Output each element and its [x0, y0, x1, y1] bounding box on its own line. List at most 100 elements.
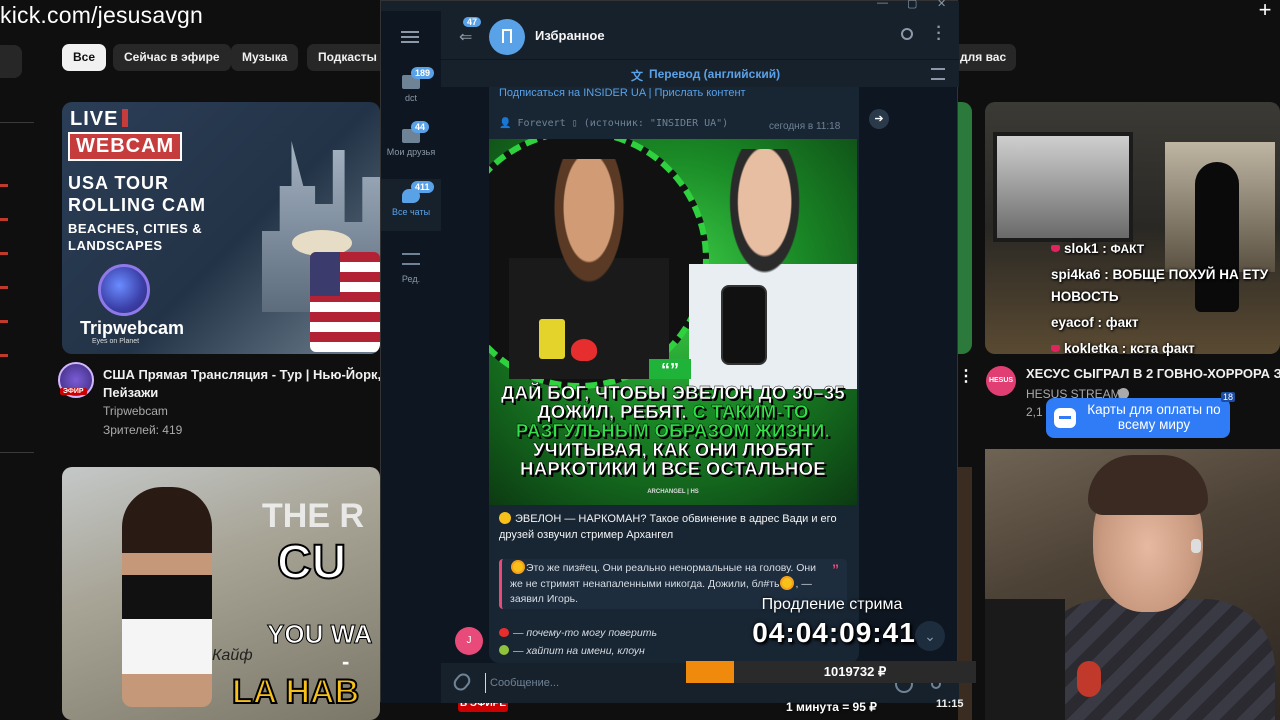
message-time: сегодня в 11:18	[769, 121, 841, 132]
folder-friends[interactable]: 44 Мои друзья	[381, 119, 441, 171]
thumb-text: CU	[276, 535, 347, 590]
stream-url-overlay: kick.com/jesusavgn	[0, 2, 204, 28]
reaction-line: — почему-то могу поверить	[499, 627, 657, 639]
previous-message-link[interactable]: Подписаться на INSIDER UA | Прислать кон…	[499, 87, 746, 99]
heart-emoji-icon	[499, 628, 509, 637]
forwarded-from[interactable]: 👤 Forevert ▯ (источник: "INSIDER UA")	[499, 118, 728, 129]
cup-graphic	[539, 319, 565, 359]
streamer-body	[1035, 599, 1275, 720]
sidebar-divider	[0, 452, 34, 453]
card-icon	[1054, 408, 1076, 428]
close-icon[interactable]: ✕	[937, 0, 946, 10]
thumb-tour-text: USA TOUR ROLLING CAM	[68, 173, 206, 215]
minimize-icon[interactable]: —	[877, 0, 888, 9]
more-options-icon[interactable]: ⋮	[958, 366, 974, 385]
folder-dct[interactable]: 189 dct	[381, 65, 441, 117]
share-icon[interactable]: ➔	[869, 109, 889, 129]
sidebar-live-indicator[interactable]	[0, 286, 8, 289]
unread-badge: 189	[411, 67, 435, 79]
globe-icon	[98, 264, 150, 316]
video-thumbnail-partial[interactable]	[958, 102, 972, 354]
heart-graphic	[571, 339, 597, 361]
folder-label: Мои друзья	[386, 147, 436, 157]
thumb-text: LA HAB	[231, 672, 360, 712]
quote-mark-icon: ”	[832, 561, 839, 577]
folder-all-chats[interactable]: 411 Все чаты	[381, 179, 441, 231]
chat-message: slok1 : ФАКТ	[1051, 240, 1144, 258]
promo-banner[interactable]: Карты для оплаты по всему миру 18	[1046, 392, 1236, 438]
chat-message: eyacof : факт	[1051, 315, 1139, 330]
thumb-places-text: BEACHES, CITIES & LANDSCAPES	[68, 221, 203, 253]
thumb-text: YOU WA	[266, 619, 373, 650]
translate-settings-icon[interactable]	[931, 68, 945, 80]
message-bubble: Подписаться на INSIDER UA | Прислать кон…	[489, 87, 859, 663]
microphone-arm	[985, 599, 1065, 720]
maximize-icon[interactable]: ▢	[907, 0, 917, 10]
thumb-script-text: Кайф	[212, 647, 253, 664]
streamer-hair	[1088, 455, 1208, 515]
phone-graphic	[721, 285, 767, 365]
menu-icon[interactable]	[401, 31, 419, 43]
reaction-line: — хайпит на имени, клоун	[499, 645, 645, 657]
sidebar-divider	[0, 122, 34, 123]
video-thumbnail-havana[interactable]: THE R CU YOU WA Кайф - LA HAB	[62, 467, 380, 720]
thumb-tagline: Eyes on Planet	[92, 338, 140, 345]
folder-label: Все чаты	[391, 207, 431, 217]
chip-live[interactable]: Сейчас в эфире	[113, 44, 231, 71]
sliders-icon[interactable]	[402, 253, 420, 265]
edit-folders-label[interactable]: Ред.	[381, 274, 441, 284]
paperclip-icon[interactable]	[450, 670, 474, 694]
video-thumbnail-tripwebcam[interactable]: LIVE WEBCAM USA TOUR ROLLING CAM BEACHES…	[62, 102, 380, 354]
create-button[interactable]: +	[1250, 0, 1280, 22]
streamer-webcam	[985, 449, 1280, 720]
chip-for-you[interactable]: для вас	[950, 44, 1017, 71]
microphone-graphic	[1077, 661, 1101, 697]
sick-emoji-icon	[499, 645, 509, 655]
translate-label[interactable]: Перевод (английский)	[649, 67, 780, 81]
thumb-live-text: LIVE	[70, 108, 129, 131]
video-title[interactable]: США Прямая Трансляция - Тур | Нью-Йорк, …	[103, 366, 383, 402]
age-badge: 18	[1221, 392, 1236, 402]
channel-name[interactable]: Tripwebcam	[103, 404, 168, 418]
channel-avatar[interactable]: HESUS	[986, 366, 1016, 396]
sidebar-live-indicator[interactable]	[0, 320, 8, 323]
translate-bar[interactable]: 文 Перевод (английский)	[441, 59, 959, 87]
timer-label: Продление стрима	[761, 596, 903, 613]
ghost-graphic	[1195, 162, 1239, 312]
smile-emoji-icon	[499, 512, 511, 524]
more-options-icon[interactable]: · · ·	[935, 20, 943, 48]
saved-messages-avatar[interactable]	[489, 19, 525, 55]
rate-text: 1 минута = 95 ₽	[786, 700, 877, 714]
chip-podcasts[interactable]: Подкасты	[307, 44, 388, 71]
heart-icon	[1051, 345, 1060, 352]
video-title[interactable]: ХЕСУС СЫГРАЛ В 2 ГОВНО-ХОРРОРА ЗА	[1026, 366, 1280, 381]
chip-all[interactable]: Все	[62, 44, 107, 71]
sidebar-live-indicator[interactable]	[0, 218, 8, 221]
folder-label: dct	[404, 93, 417, 103]
chat-title[interactable]: Избранное	[535, 28, 605, 43]
timer-value: 04:04:09:41	[752, 617, 916, 648]
sidebar-live-indicator[interactable]	[0, 354, 8, 357]
sidebar-live-indicator[interactable]	[0, 184, 8, 187]
view-count: 2,1	[1026, 405, 1043, 419]
message-input[interactable]	[485, 673, 685, 693]
thumb-webcam-badge: WEBCAM	[68, 132, 183, 161]
sender-avatar[interactable]: J	[455, 627, 483, 655]
back-arrow-icon[interactable]: ⇐	[459, 27, 472, 47]
pause-bars-icon	[122, 109, 129, 127]
sun-emoji-icon	[513, 562, 523, 572]
chip-music[interactable]: Музыка	[231, 44, 299, 71]
search-icon[interactable]	[901, 28, 913, 40]
sidebar-live-indicator[interactable]	[0, 252, 8, 255]
window-titlebar: — ▢ ✕	[381, 0, 959, 11]
message-photo[interactable]: “” ДАЙ БОГ, ЧТОБЫ ЭВЕЛОН ДО 30–35 ДОЖИЛ,…	[489, 139, 857, 505]
donation-amount: 1019732 ₽	[823, 664, 887, 679]
message-text: ЭВЕЛОН — НАРКОМАН? Такое обвинение в адр…	[499, 512, 837, 541]
donation-progress-fill	[686, 661, 734, 683]
unread-badge: 411	[411, 181, 434, 193]
clock-text: 11:15	[936, 698, 964, 710]
heart-icon	[1051, 245, 1060, 252]
thumb-brand: Tripwebcam	[80, 318, 185, 338]
chat-message: spi4ka6 : ВОБЩЕ ПОХУЙ НА ЕТУ	[1051, 267, 1269, 282]
earphone-graphic	[1191, 539, 1201, 553]
